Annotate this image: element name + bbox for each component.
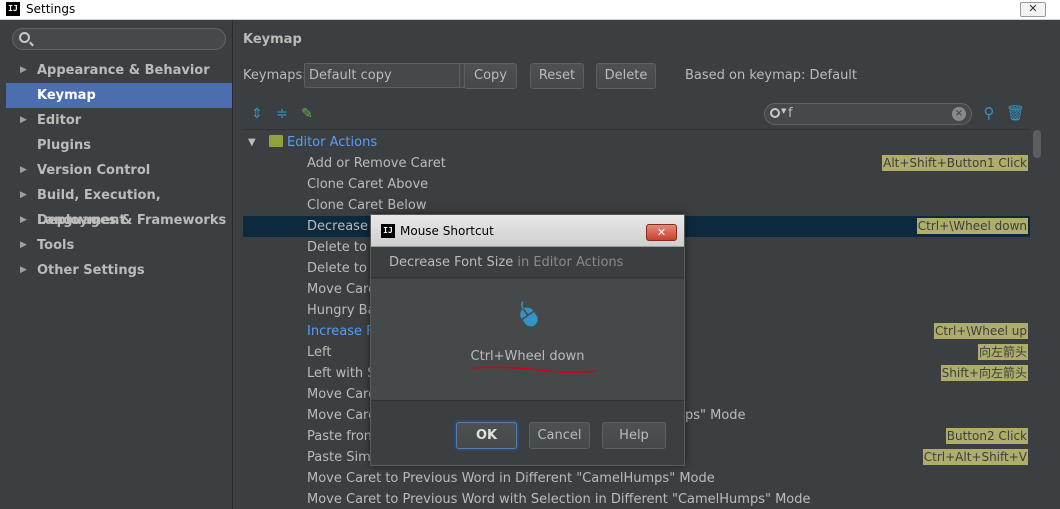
action-name: Clone Caret Below	[307, 198, 427, 213]
dialog-action-header: Decrease Font Size in Editor Actions	[371, 248, 684, 278]
table-row[interactable]: Add or Remove Caret Alt+Shift+Button1 Cl…	[243, 153, 1030, 174]
shortcut-badge: Button2 Click	[945, 428, 1028, 444]
window-title-bar: IJ Settings ✕	[0, 0, 1060, 20]
mouse-shortcut-area[interactable]: Ctrl+Wheel down	[371, 279, 684, 401]
dialog-action-line: Decrease Font Size in Editor Actions	[389, 255, 623, 270]
red-underline-annotation	[470, 366, 596, 374]
scrollbar-thumb[interactable]	[1033, 130, 1041, 158]
sidebar-item-plugins[interactable]: Plugins	[0, 133, 232, 158]
shortcut-badge: Ctrl+Alt+Shift+V	[922, 449, 1028, 465]
settings-sidebar: ▶ Appearance & Behavior Keymap ▶ Editor …	[0, 20, 233, 509]
action-name: Paste from	[307, 429, 377, 444]
expand-arrow-icon: ▶	[20, 115, 27, 125]
shortcut-badge: Ctrl+\Wheel down	[916, 218, 1028, 234]
mouse-icon	[520, 301, 538, 327]
expand-all-icon[interactable]: ⇕	[249, 106, 265, 122]
expand-arrow-icon: ▶	[20, 190, 27, 200]
page-title: Keymap	[243, 32, 302, 47]
action-name: Left	[307, 345, 332, 360]
tree-group-editor-actions[interactable]: ▼ Editor Actions	[243, 132, 1030, 153]
expand-arrow-icon: ▶	[20, 215, 27, 225]
expand-arrow-icon: ▶	[20, 240, 27, 250]
sidebar-item-keymap[interactable]: Keymap	[6, 83, 232, 108]
chevron-down-icon: ▼	[781, 107, 787, 115]
shortcut-badge: Shift+向左箭头	[940, 365, 1028, 381]
collapse-arrow-icon[interactable]: ▼	[248, 132, 256, 153]
folder-icon	[269, 135, 283, 147]
sidebar-item-label: Version Control	[37, 163, 151, 178]
action-name-tail: ps" Mode	[685, 408, 746, 423]
app-logo-icon: IJ	[381, 224, 395, 238]
tree-scrollbar[interactable]	[1032, 130, 1042, 509]
keymaps-label: Keymaps:	[243, 68, 307, 83]
action-name: Move Care	[307, 387, 377, 402]
sidebar-item-languages[interactable]: ▶ Languages & Frameworks	[0, 208, 232, 233]
sidebar-item-version-control[interactable]: ▶ Version Control	[0, 158, 232, 183]
mouse-shortcut-dialog: IJ Mouse Shortcut ✕ Decrease Font Size i…	[370, 214, 685, 466]
delete-button[interactable]: Delete	[596, 63, 656, 89]
table-row[interactable]: Move Caret to Previous Word in Different…	[243, 468, 1030, 489]
dialog-shortcut-text: Ctrl+Wheel down	[470, 349, 585, 364]
action-name: Clone Caret Above	[307, 177, 429, 192]
action-name: Move Care	[307, 282, 377, 297]
clear-search-icon[interactable]: ×	[952, 107, 966, 121]
shortcut-badge: Alt+Shift+Button1 Click	[882, 155, 1028, 171]
action-name: Decrease F	[307, 219, 380, 234]
table-row[interactable]: Clone Caret Below	[243, 195, 1030, 216]
ok-button[interactable]: OK	[456, 422, 517, 449]
expand-arrow-icon: ▶	[20, 65, 27, 75]
sidebar-item-editor[interactable]: ▶ Editor	[0, 108, 232, 133]
action-name: Add or Remove Caret	[307, 156, 446, 171]
dialog-close-button[interactable]: ✕	[646, 224, 677, 241]
action-name: Move Caret to Previous Word with Selecti…	[307, 492, 811, 507]
shortcut-badge: 向左箭头	[977, 344, 1028, 360]
action-name: Paste Simp	[307, 450, 380, 465]
dialog-action-name: Decrease Font Size	[389, 255, 514, 270]
settings-search-input[interactable]	[12, 28, 226, 50]
expand-arrow-icon: ▶	[20, 265, 27, 275]
app-logo-icon: IJ	[6, 2, 20, 16]
filter-search-input[interactable]: ▼ f ×	[764, 103, 972, 125]
filter-search-value: f	[788, 106, 793, 121]
sidebar-item-label: Editor	[37, 113, 82, 128]
window-close-button[interactable]: ✕	[1020, 2, 1046, 17]
tree-group-label: Editor Actions	[287, 135, 378, 150]
cancel-button[interactable]: Cancel	[529, 422, 590, 449]
keymap-select-value: Default copy	[309, 68, 392, 83]
based-on-keymap-text: Based on keymap: Default	[685, 68, 858, 83]
sidebar-item-tools[interactable]: ▶ Tools	[0, 233, 232, 258]
action-name: Move Care	[307, 408, 377, 423]
sidebar-item-label: Appearance & Behavior	[37, 63, 210, 78]
find-shortcut-icon[interactable]: ⚲	[980, 104, 998, 122]
sidebar-item-label: Keymap	[37, 88, 96, 103]
dialog-title-bar: IJ Mouse Shortcut ✕	[371, 215, 684, 247]
dialog-action-context: in Editor Actions	[513, 255, 624, 270]
expand-arrow-icon: ▶	[20, 165, 27, 175]
search-icon	[19, 32, 30, 43]
table-row[interactable]: Move Caret to Previous Word with Selecti…	[243, 489, 1030, 509]
shortcut-badge: Ctrl+\Wheel up	[933, 323, 1028, 339]
trash-icon[interactable]: 🗑	[1006, 104, 1025, 122]
search-icon	[770, 108, 780, 118]
sidebar-item-label: Plugins	[37, 138, 91, 153]
window-title: Settings	[26, 2, 76, 16]
sidebar-item-label: Other Settings	[37, 263, 145, 278]
collapse-all-icon[interactable]: ≑	[274, 106, 290, 122]
sidebar-item-label: Languages & Frameworks	[37, 213, 227, 228]
sidebar-item-build[interactable]: ▶ Build, Execution, Deployment	[0, 183, 232, 228]
sidebar-item-other-settings[interactable]: ▶ Other Settings	[0, 258, 232, 283]
reset-button[interactable]: Reset	[530, 63, 584, 89]
action-name: Move Caret to Previous Word in Different…	[307, 471, 715, 486]
copy-button[interactable]: Copy	[464, 63, 517, 89]
help-button[interactable]: Help	[602, 422, 666, 449]
table-row[interactable]: Clone Caret Above	[243, 174, 1030, 195]
action-name: Increase F	[307, 324, 374, 339]
sidebar-item-appearance[interactable]: ▶ Appearance & Behavior	[0, 58, 232, 83]
edit-icon[interactable]: ✎	[299, 106, 315, 122]
sidebar-item-label: Tools	[37, 238, 75, 253]
keymap-select[interactable]: Default copy ▼	[304, 63, 480, 88]
dialog-title: Mouse Shortcut	[400, 224, 494, 238]
